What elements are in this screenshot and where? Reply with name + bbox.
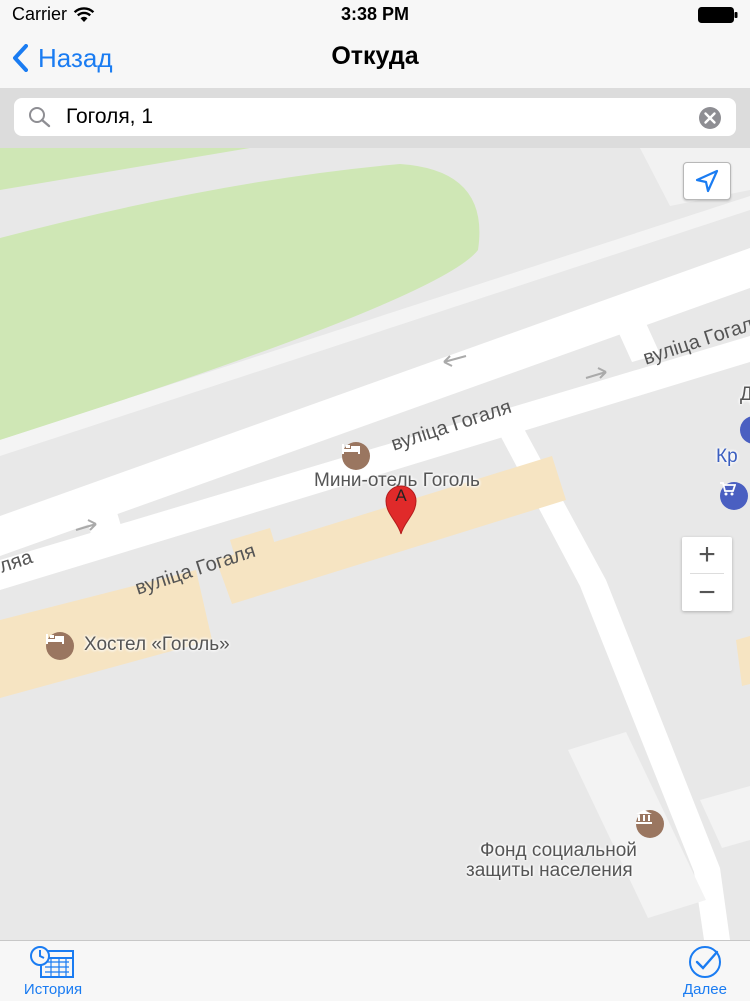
hotel-icon[interactable] <box>342 442 370 470</box>
place-label-edge-kr: Кр <box>716 446 738 467</box>
place-label-fund-line1[interactable]: Фонд социальной <box>480 840 637 862</box>
navigation-bar: Назад Откуда <box>0 30 750 88</box>
marker-label: A <box>395 486 407 505</box>
history-button[interactable]: История <box>8 945 98 999</box>
place-label-edge-d: Д <box>740 384 750 405</box>
hostel-icon[interactable] <box>46 632 74 660</box>
search-field-container <box>14 98 736 136</box>
locate-me-button[interactable] <box>683 162 731 200</box>
search-icon <box>29 107 51 128</box>
clear-search-icon[interactable] <box>698 106 722 130</box>
history-label: История <box>23 981 83 998</box>
cart-icon[interactable] <box>720 482 748 510</box>
next-label: Далее <box>683 981 727 998</box>
zoom-divider <box>690 573 724 574</box>
calendar-clock-icon <box>30 946 74 978</box>
bottom-toolbar: История Далее <box>0 940 750 1001</box>
checkmark-circle-icon <box>689 946 721 978</box>
zoom-controls: + − <box>682 537 732 611</box>
place-label-fund-line2[interactable]: защиты населения <box>466 860 633 882</box>
zoom-out-button[interactable]: − <box>682 575 732 611</box>
battery-icon <box>698 7 738 23</box>
status-time: 3:38 PM <box>340 4 410 24</box>
map-view[interactable]: вуліца Гогаля вуліца Гогаля вуліца Гогал… <box>0 148 750 940</box>
place-label-hostel[interactable]: Хостел «Гоголь» <box>84 634 230 656</box>
search-input[interactable] <box>66 105 666 129</box>
museum-icon[interactable] <box>636 810 664 838</box>
status-bar: Carrier 3:38 PM <box>0 0 750 30</box>
page-title: Откуда <box>331 42 419 70</box>
next-button[interactable]: Далее <box>660 945 750 999</box>
location-arrow-icon <box>695 169 719 193</box>
zoom-in-button[interactable]: + <box>682 537 732 573</box>
search-bar <box>0 88 750 148</box>
